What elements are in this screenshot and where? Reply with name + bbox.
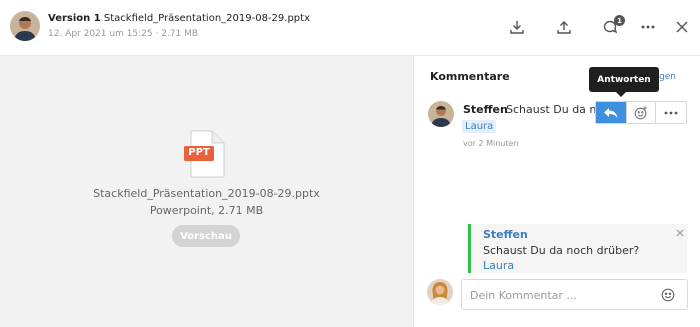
- reply-icon: [603, 107, 618, 118]
- file-preview-area: PPT Stackfield_Präsentation_2019-08-29.p…: [0, 56, 413, 327]
- reply-context-author: Steffen: [483, 228, 528, 241]
- comment-author: Steffen: [463, 103, 508, 116]
- comment-mention[interactable]: Laura: [462, 120, 497, 133]
- more-icon: [641, 25, 655, 29]
- upload-icon: [557, 21, 571, 34]
- emoji-button[interactable]: [659, 286, 677, 304]
- file-type-badge: PPT: [188, 147, 210, 158]
- comments-title: Kommentare: [430, 70, 510, 83]
- reply-context-mention: Laura: [483, 259, 515, 272]
- upload-button[interactable]: [553, 16, 575, 38]
- notification-badge: 1: [614, 15, 625, 26]
- close-button[interactable]: [671, 16, 693, 38]
- preview-file-name: Stackfield_Präsentation_2019-08-29.pptx: [93, 187, 320, 200]
- comment-input[interactable]: [470, 286, 660, 304]
- reply-tooltip: Antworten: [589, 67, 659, 97]
- current-user-avatar: [427, 279, 453, 305]
- preview-file-type: Powerpoint, 2.71 MB: [149, 204, 264, 217]
- more-icon: [664, 111, 678, 114]
- viewer-header: Version 1 Stackfield_Präsentation_2019-0…: [0, 0, 700, 56]
- emoji-icon: [661, 288, 675, 302]
- download-button[interactable]: [506, 16, 528, 38]
- comment-text: Schaust Du da noch drüber?: [506, 103, 596, 116]
- ppt-file-icon: PPT: [183, 130, 227, 178]
- comment-author-avatar: [428, 101, 454, 127]
- uploader-avatar: [10, 11, 40, 41]
- more-options-button[interactable]: [637, 16, 659, 38]
- reply-button[interactable]: [596, 102, 627, 123]
- file-meta: 12. Apr 2021 um 15:25 · 2.71 MB: [48, 29, 199, 39]
- add-reaction-button[interactable]: [627, 102, 657, 123]
- comments-panel: Kommentare eigen Steffen Schaust Du da n…: [413, 56, 700, 327]
- comment-input-wrapper: [461, 279, 688, 310]
- emoji-add-icon: [634, 106, 647, 119]
- file-name: Stackfield_Präsentation_2019-08-29.pptx: [103, 13, 310, 24]
- reply-context: Steffen Schaust Du da noch drüber? Laura: [468, 224, 687, 273]
- version-label: Version 1: [48, 13, 101, 24]
- reply-context-text: Schaust Du da noch drüber?: [483, 244, 640, 257]
- cancel-reply-button[interactable]: [674, 227, 686, 239]
- close-icon: [676, 229, 684, 237]
- download-icon: [510, 21, 524, 34]
- more-actions-button[interactable]: [656, 102, 686, 123]
- comment-time: vor 2 Minuten: [463, 139, 519, 148]
- close-icon: [676, 21, 688, 33]
- file-version-title: Version 1 Stackfield_Präsentation_2019-0…: [48, 13, 310, 24]
- comment-action-bar: [595, 101, 687, 124]
- preview-button[interactable]: Vorschau: [172, 225, 240, 247]
